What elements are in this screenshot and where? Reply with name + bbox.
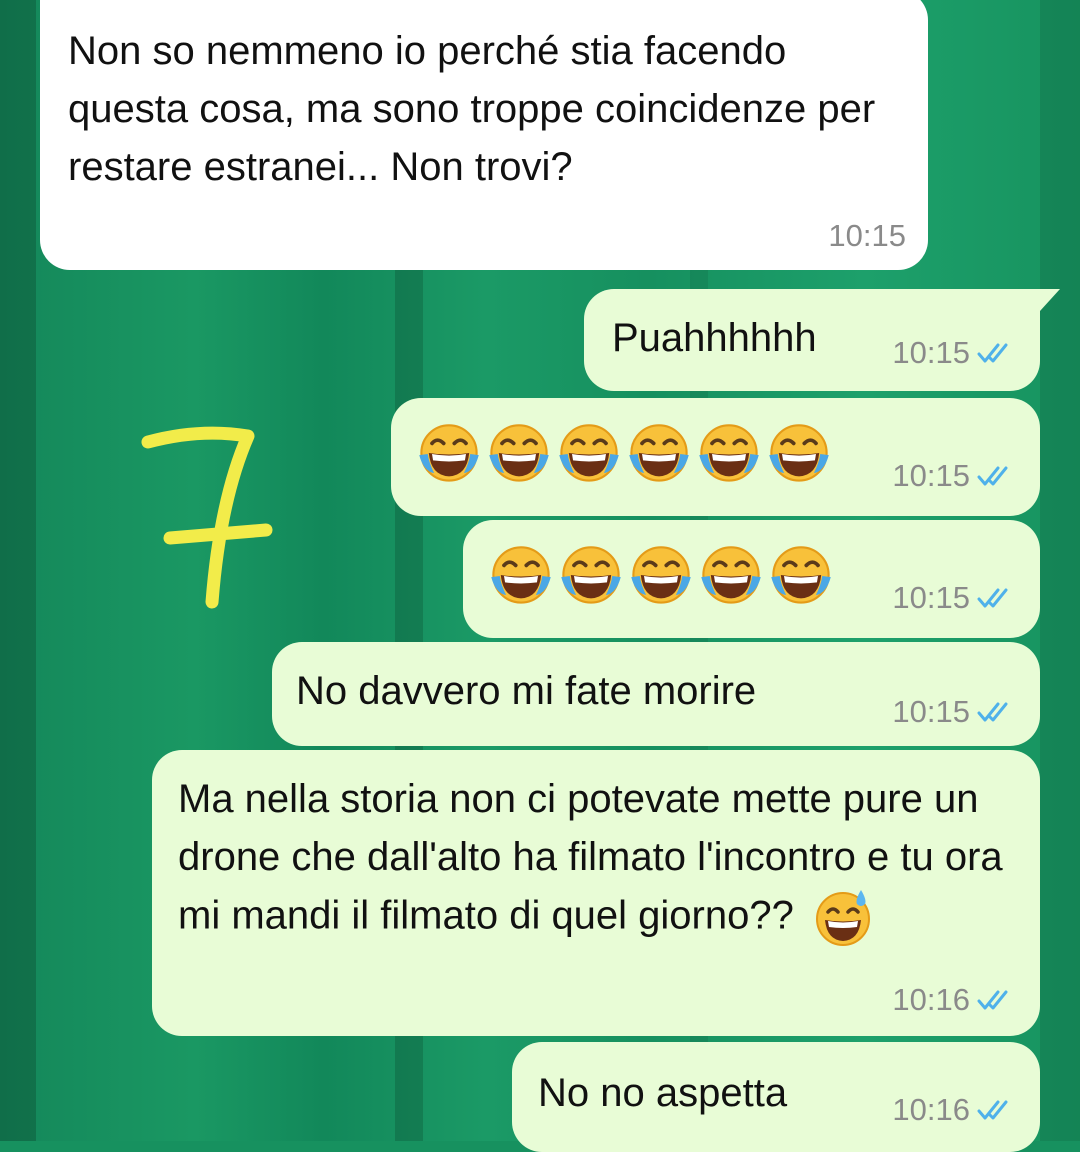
- tears-of-joy-emoji-icon: [487, 542, 555, 610]
- message-time: 10:15: [892, 580, 970, 615]
- message-text: No davvero mi fate morire: [296, 669, 757, 713]
- read-receipt-icon: [976, 988, 1018, 1012]
- message-bubble-outgoing[interactable]: 10:15: [391, 398, 1040, 516]
- message-bubble-outgoing[interactable]: 10:15: [463, 520, 1040, 638]
- wallpaper-fold: [0, 0, 36, 1141]
- wallpaper-fold: [1040, 0, 1080, 1141]
- emoji-row: [415, 420, 833, 488]
- bubble-tail: [1040, 289, 1060, 311]
- message-meta: 10:15: [892, 694, 1018, 730]
- message-meta: 10:16: [892, 1092, 1018, 1128]
- tears-of-joy-emoji-icon: [765, 420, 833, 488]
- grinning-sweat-emoji-icon: [811, 886, 875, 950]
- read-receipt-icon: [976, 1098, 1018, 1122]
- message-text: Puahhhhhh: [612, 316, 817, 360]
- message-bubble-outgoing[interactable]: No no aspetta 10:16: [512, 1042, 1040, 1152]
- message-text: No no aspetta: [538, 1071, 788, 1115]
- message-time: 10:15: [892, 335, 970, 370]
- message-time: 10:15: [828, 218, 906, 253]
- handwritten-seven-annotation: [141, 426, 273, 609]
- message-bubble-outgoing[interactable]: Puahhhhhh 10:15: [584, 289, 1040, 391]
- message-time: 10:15: [892, 458, 970, 493]
- tears-of-joy-emoji-icon: [697, 542, 765, 610]
- message-text-content: Ma nella storia non ci potevate mette pu…: [178, 777, 1003, 938]
- tears-of-joy-emoji-icon: [485, 420, 553, 488]
- read-receipt-icon: [976, 341, 1018, 365]
- tears-of-joy-emoji-icon: [767, 542, 835, 610]
- message-meta: 10:15: [892, 335, 1018, 371]
- message-text: Ma nella storia non ci potevate mette pu…: [178, 770, 1018, 950]
- message-text: Non so nemmeno io perché stia facendo qu…: [68, 29, 876, 189]
- message-meta: 10:15: [828, 218, 906, 254]
- tears-of-joy-emoji-icon: [555, 420, 623, 488]
- tears-of-joy-emoji-icon: [557, 542, 625, 610]
- tears-of-joy-emoji-icon: [695, 420, 763, 488]
- message-bubble-incoming[interactable]: Non so nemmeno io perché stia facendo qu…: [40, 0, 928, 270]
- tears-of-joy-emoji-icon: [625, 420, 693, 488]
- tears-of-joy-emoji-icon: [627, 542, 695, 610]
- message-meta: 10:15: [892, 580, 1018, 616]
- read-receipt-icon: [976, 464, 1018, 488]
- message-bubble-outgoing[interactable]: No davvero mi fate morire 10:15: [272, 642, 1040, 746]
- read-receipt-icon: [976, 700, 1018, 724]
- tears-of-joy-emoji-icon: [415, 420, 483, 488]
- message-meta: 10:15: [892, 458, 1018, 494]
- read-receipt-icon: [976, 586, 1018, 610]
- message-time: 10:15: [892, 694, 970, 729]
- message-meta: 10:16: [892, 982, 1018, 1018]
- message-time: 10:16: [892, 982, 970, 1017]
- message-bubble-outgoing[interactable]: Ma nella storia non ci potevate mette pu…: [152, 750, 1040, 1036]
- message-time: 10:16: [892, 1092, 970, 1127]
- emoji-row: [487, 542, 835, 610]
